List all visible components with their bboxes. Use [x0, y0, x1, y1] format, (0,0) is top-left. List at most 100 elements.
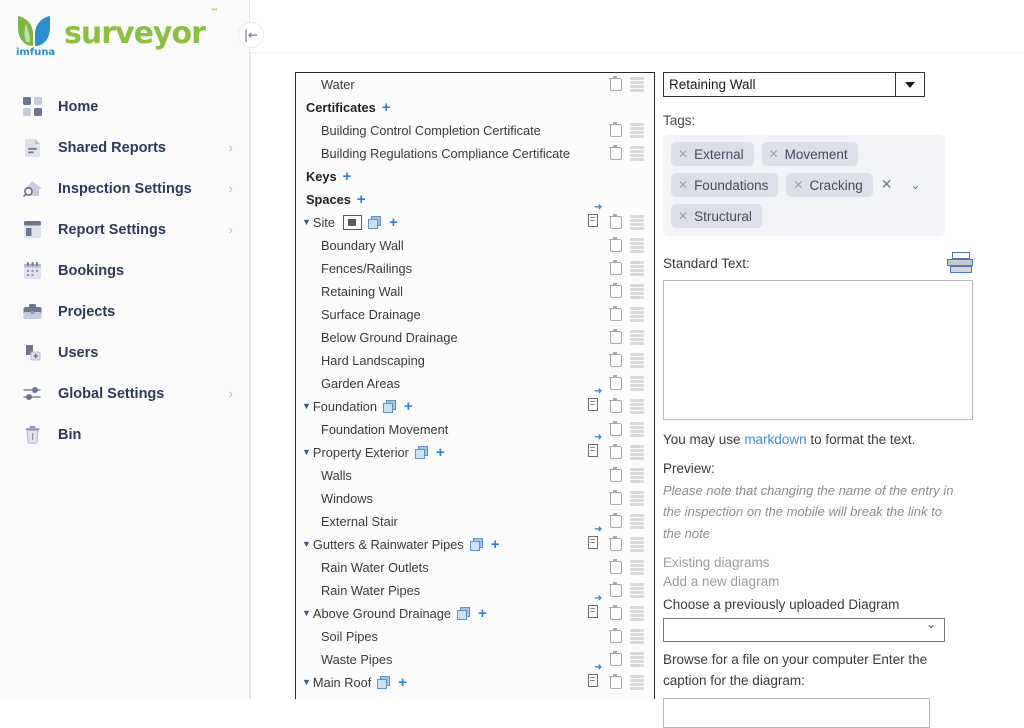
tree-row[interactable]: Walls: [296, 464, 654, 487]
delete-row-icon[interactable]: [609, 329, 626, 346]
drag-handle-icon[interactable]: [630, 260, 650, 277]
tree-row[interactable]: Hard Landscaping: [296, 349, 654, 372]
remove-tag-icon[interactable]: ✕: [793, 178, 803, 192]
sidebar-item-bookings[interactable]: Bookings: [0, 250, 249, 291]
delete-row-icon[interactable]: [609, 76, 626, 93]
delete-row-icon[interactable]: [609, 421, 626, 438]
export-row-icon[interactable]: ➜: [588, 594, 605, 622]
export-row-icon[interactable]: ➜: [588, 525, 605, 553]
drag-handle-icon[interactable]: [630, 122, 650, 139]
add-item-icon[interactable]: +: [436, 445, 445, 460]
sidebar-item-home[interactable]: Home: [0, 86, 249, 127]
tag-chip[interactable]: ✕ Foundations: [671, 173, 779, 197]
drag-handle-icon[interactable]: [630, 628, 650, 645]
add-item-icon[interactable]: +: [478, 606, 487, 621]
delete-row-icon[interactable]: [609, 467, 626, 484]
add-item-icon[interactable]: +: [357, 192, 366, 207]
tree-row[interactable]: Soil Pipes: [296, 625, 654, 648]
drag-handle-icon[interactable]: [630, 582, 650, 599]
remove-tag-icon[interactable]: ✕: [678, 209, 688, 223]
duplicate-row-icon[interactable]: [456, 606, 472, 621]
sidebar-item-projects[interactable]: Projects: [0, 291, 249, 332]
delete-row-icon[interactable]: [609, 513, 626, 530]
tree-row[interactable]: ▼ Above Ground Drainage + ➜: [296, 594, 654, 625]
drag-handle-icon[interactable]: [630, 145, 650, 162]
tree-row[interactable]: Rain Water Outlets: [296, 556, 654, 579]
brand-logo[interactable]: imfuna surveyor ™: [0, 0, 249, 68]
delete-row-icon[interactable]: [609, 398, 626, 415]
add-item-icon[interactable]: +: [389, 215, 398, 230]
chevron-down-icon[interactable]: ⌄: [910, 178, 920, 192]
sidebar-item-bin[interactable]: Bin: [0, 414, 249, 455]
drag-handle-icon[interactable]: [630, 490, 650, 507]
diagram-select[interactable]: [663, 617, 945, 642]
dropdown-arrow-icon[interactable]: [896, 72, 925, 97]
add-item-icon[interactable]: +: [491, 537, 500, 552]
delete-row-icon[interactable]: [609, 651, 626, 668]
caret-down-icon[interactable]: ▼: [302, 678, 311, 687]
drag-handle-icon[interactable]: [630, 651, 650, 668]
tree-row[interactable]: Building Regulations Compliance Certific…: [296, 142, 654, 165]
tree-row[interactable]: Retaining Wall: [296, 280, 654, 303]
drag-handle-icon[interactable]: [630, 283, 650, 300]
tree-row[interactable]: Keys +: [296, 165, 654, 188]
delete-row-icon[interactable]: [609, 375, 626, 392]
standard-text-input[interactable]: [663, 280, 973, 420]
drag-handle-icon[interactable]: [630, 76, 650, 93]
tree-row[interactable]: Below Ground Drainage: [296, 326, 654, 349]
delete-row-icon[interactable]: [609, 628, 626, 645]
collapse-sidebar-button[interactable]: |←: [238, 22, 264, 48]
drag-handle-icon[interactable]: [630, 329, 650, 346]
drag-handle-icon[interactable]: [630, 674, 650, 691]
drag-handle-icon[interactable]: [630, 513, 650, 530]
delete-row-icon[interactable]: [609, 605, 626, 622]
tag-chip[interactable]: ✕ External: [671, 142, 754, 166]
tree-row[interactable]: ▼ Property Exterior + ➜: [296, 433, 654, 464]
sidebar-item-users[interactable]: Users: [0, 332, 249, 373]
export-row-icon[interactable]: ➜: [588, 433, 605, 461]
drag-handle-icon[interactable]: [630, 559, 650, 576]
insert-standard-text-icon[interactable]: [947, 252, 973, 274]
tree-row[interactable]: Boundary Wall: [296, 234, 654, 257]
drag-handle-icon[interactable]: [630, 536, 650, 553]
export-row-icon[interactable]: ➜: [588, 663, 605, 691]
delete-row-icon[interactable]: [609, 145, 626, 162]
drag-handle-icon[interactable]: [630, 237, 650, 254]
remove-tag-icon[interactable]: ✕: [769, 147, 779, 161]
tree-row[interactable]: Water: [296, 73, 654, 96]
duplicate-row-icon[interactable]: [414, 445, 430, 460]
tree-row[interactable]: ▼ Site + ➜: [296, 203, 654, 234]
tree-row[interactable]: ▼ Main Roof + ➜: [296, 663, 654, 694]
duplicate-row-icon[interactable]: [367, 215, 383, 230]
markdown-link[interactable]: markdown: [744, 432, 806, 447]
delete-row-icon[interactable]: [609, 582, 626, 599]
diagram-caption-input[interactable]: [663, 697, 930, 728]
export-row-icon[interactable]: ➜: [588, 387, 605, 415]
remove-tag-icon[interactable]: ✕: [678, 147, 688, 161]
delete-row-icon[interactable]: [609, 122, 626, 139]
clear-all-tags-icon[interactable]: ✕: [881, 177, 893, 193]
add-item-icon[interactable]: +: [343, 169, 352, 184]
drag-handle-icon[interactable]: [630, 421, 650, 438]
caret-down-icon[interactable]: ▼: [302, 540, 311, 549]
drag-handle-icon[interactable]: [630, 605, 650, 622]
delete-row-icon[interactable]: [609, 490, 626, 507]
duplicate-row-icon[interactable]: [382, 399, 398, 414]
delete-row-icon[interactable]: [609, 306, 626, 323]
delete-row-icon[interactable]: [609, 674, 626, 691]
add-item-icon[interactable]: +: [398, 675, 407, 690]
tags-container[interactable]: ✕ External ✕ Movement ✕ Foundations ✕ Cr…: [663, 135, 945, 236]
delete-row-icon[interactable]: [609, 283, 626, 300]
tag-chip[interactable]: ✕ Cracking: [786, 173, 873, 197]
entry-select-value[interactable]: Retaining Wall: [663, 72, 896, 97]
diagram-thumbnail-icon[interactable]: [342, 215, 362, 230]
delete-row-icon[interactable]: [609, 559, 626, 576]
sidebar-item-shared-reports[interactable]: Shared Reports ›: [0, 127, 249, 168]
tree-row[interactable]: Building Control Completion Certificate: [296, 119, 654, 142]
sidebar-item-report-settings[interactable]: Report Settings ›: [0, 209, 249, 250]
drag-handle-icon[interactable]: [630, 214, 650, 231]
caret-down-icon[interactable]: ▼: [302, 448, 311, 457]
tag-chip[interactable]: ✕ Structural: [671, 204, 762, 228]
sidebar-item-global-settings[interactable]: Global Settings ›: [0, 373, 249, 414]
duplicate-row-icon[interactable]: [469, 537, 485, 552]
